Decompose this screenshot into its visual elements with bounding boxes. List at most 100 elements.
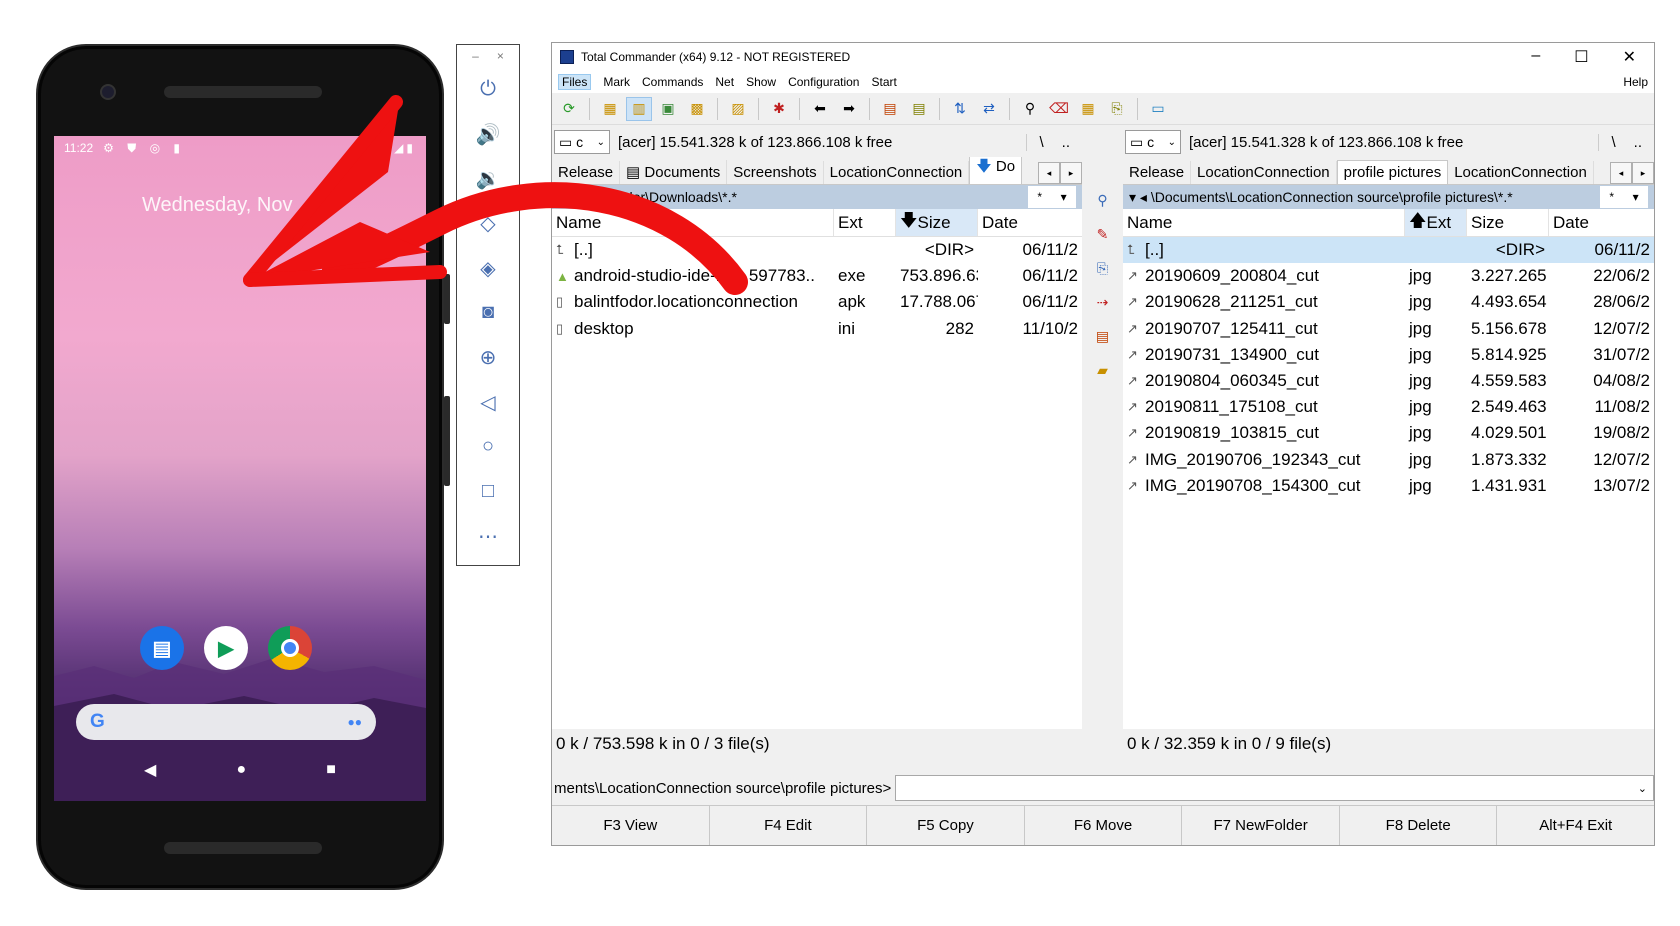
file-ext: jpg [1409,344,1432,364]
nav-recents-button[interactable]: ■ [326,761,336,779]
minimize-button[interactable]: – [1531,47,1540,67]
f8-delete-button[interactable]: F8 Delete [1340,806,1498,845]
table-row[interactable]: ⮤ [..] <DIR> 06/11/2 [1123,237,1654,264]
menu-net[interactable]: Net [715,75,734,89]
notepad-icon[interactable]: ▭ [1145,97,1171,121]
left-filter-select[interactable]: * ▾ [1028,186,1076,208]
find-files-icon[interactable]: ⚲ [1017,97,1043,121]
view-file-icon[interactable]: ⚲ [1082,183,1123,217]
ftp-connect-icon[interactable]: ⇅ [947,97,973,121]
table-row[interactable]: ↗ 20190804_060345_cut jpg 4.559.583 04/08/2 [1123,368,1654,394]
tab-downloads[interactable]: 🡇 Do [969,157,1023,184]
url-connect-icon[interactable]: ⇄ [976,97,1002,121]
f5-copy-button[interactable]: F5 Copy [867,806,1025,845]
tab-scroll-right-icon[interactable]: ▸ [1632,162,1654,184]
pack-icon[interactable]: ▤ [1082,319,1123,353]
messages-icon[interactable]: ▤ [140,626,184,670]
right-drive-select[interactable]: ▭ c ⌄ [1125,130,1181,154]
menu-help[interactable]: Help [1623,75,1648,89]
sort-up-arrow-icon: 🡅 [1409,211,1427,230]
left-col-date[interactable]: Date [978,209,1082,236]
overview-icon[interactable]: □ [457,469,519,514]
back-icon[interactable]: ◁ [457,380,519,425]
menu-files[interactable]: Files [558,74,592,90]
right-filter-select[interactable]: * ▾ [1600,186,1648,208]
shortcut-icon: ↗ [1127,425,1138,441]
f4-edit-button[interactable]: F4 Edit [710,806,868,845]
copy-names-icon[interactable]: ⎘ [1104,97,1130,121]
file-name: 20190811_175108_cut [1145,397,1318,417]
table-row[interactable]: ↗ 20190811_175108_cut jpg 2.549.463 11/08/2 [1123,394,1654,420]
tab-scroll-right-icon[interactable]: ▸ [1060,162,1082,184]
f3-view-button[interactable]: F3 View [552,806,710,845]
table-row[interactable]: ↗ 20190819_103815_cut jpg 4.029.501 19/08/2 [1123,420,1654,446]
right-parent-button[interactable]: .. [1634,134,1642,151]
emulator-close-button[interactable]: × [497,49,504,63]
right-col-size[interactable]: Size [1467,209,1549,236]
assistant-icon[interactable]: ●● [348,715,363,729]
select-group-icon[interactable]: ✱ [766,97,792,121]
right-col-name[interactable]: Name [1123,209,1405,236]
table-row[interactable]: ↗ 20190731_134900_cut jpg 5.814.925 31/07/2 [1123,342,1654,368]
volume-side-button [444,396,450,486]
left-parent-button[interactable]: .. [1062,134,1070,151]
tab-locationconnection[interactable]: LocationConnection [824,161,970,184]
left-col-size[interactable]: 🡇 Size [896,209,978,236]
table-row[interactable]: ↗ IMG_20190708_154300_cut jpg 1.431.931 13/0… [1123,473,1654,499]
menu-commands[interactable]: Commands [642,75,703,89]
command-line-input[interactable]: ⌄ [895,775,1654,801]
tab-scroll-left-icon[interactable]: ◂ [1610,162,1632,184]
home-icon[interactable]: ○ [457,425,519,470]
f6-move-button[interactable]: F6 Move [1025,806,1183,845]
table-row[interactable]: ↗ 20190609_200804_cut jpg 3.227.265 22/06/2 [1123,263,1654,289]
left-nav-buttons: \ .. [1026,133,1080,151]
table-row[interactable]: ↗ IMG_20190706_192343_cut jpg 1.873.332 12/0… [1123,447,1654,473]
download-arrow-icon: 🡇 [976,158,996,175]
menu-configuration[interactable]: Configuration [788,75,859,89]
multi-rename-icon[interactable]: ⌫ [1046,97,1072,121]
right-root-button[interactable]: \ [1611,134,1615,151]
right-path-bar[interactable]: ▾ ◂ \Documents\LocationConnection source… [1123,185,1654,209]
right-col-date[interactable]: Date [1549,209,1654,236]
forward-arrow-icon[interactable]: ➡ [836,97,862,121]
nav-back-button[interactable]: ◀ [144,760,156,780]
table-row[interactable]: ↗ 20190707_125411_cut jpg 5.156.678 12/07/2 [1123,316,1654,342]
file-name: IMG_20190708_154300_cut [1145,475,1361,495]
menu-show[interactable]: Show [746,75,776,89]
close-button[interactable]: ✕ [1623,47,1636,67]
copy-file-icon[interactable]: ⎘ [1082,251,1123,285]
tab-locationconnection-2[interactable]: LocationConnection [1448,161,1594,184]
tab-locationconnection[interactable]: LocationConnection [1191,161,1337,184]
tab-scroll-left-icon[interactable]: ◂ [1038,162,1060,184]
sync-dirs-icon[interactable]: ▦ [1075,97,1101,121]
chrome-icon[interactable] [268,626,312,670]
file-size: 5.814.925 [1471,344,1547,364]
unpack-files-icon[interactable]: ▤ [906,97,932,121]
pack-files-icon[interactable]: ▤ [877,97,903,121]
chevron-down-icon[interactable]: ⌄ [1638,782,1647,795]
history-dropdown-icon[interactable]: ▾ ◂ [1129,189,1151,206]
google-search-bar[interactable]: G ●● [76,704,376,740]
tab-release[interactable]: Release [1123,161,1192,184]
left-col-ext[interactable]: Ext [834,209,896,236]
menu-start[interactable]: Start [871,75,896,89]
move-file-icon[interactable]: ⇢ [1082,285,1123,319]
altf4-exit-button[interactable]: Alt+F4 Exit [1497,806,1654,845]
menu-mark[interactable]: Mark [603,75,630,89]
f7-newfolder-button[interactable]: F7 NewFolder [1182,806,1340,845]
left-root-button[interactable]: \ [1039,134,1043,151]
right-col-ext[interactable]: 🡅 Ext [1405,209,1467,236]
emulator-minimize-button[interactable]: – [472,49,479,63]
nav-home-button[interactable]: ● [236,761,246,779]
back-arrow-icon[interactable]: ⬅ [807,97,833,121]
chevron-down-icon: ▾ [1632,190,1639,204]
shortcut-icon: ↗ [1127,320,1138,336]
table-row[interactable]: ↗ 20190628_211251_cut jpg 4.493.654 28/06/2 [1123,289,1654,315]
new-folder-icon[interactable]: ▰ [1082,353,1123,387]
more-icon[interactable]: ⋯ [457,514,519,559]
maximize-button[interactable]: ☐ [1574,47,1588,67]
play-store-icon[interactable]: ▶ [204,626,248,670]
tab-profile-pictures[interactable]: profile pictures [1336,160,1449,184]
mid-spacer [1082,127,1123,183]
edit-file-icon[interactable]: ✎ [1082,217,1123,251]
